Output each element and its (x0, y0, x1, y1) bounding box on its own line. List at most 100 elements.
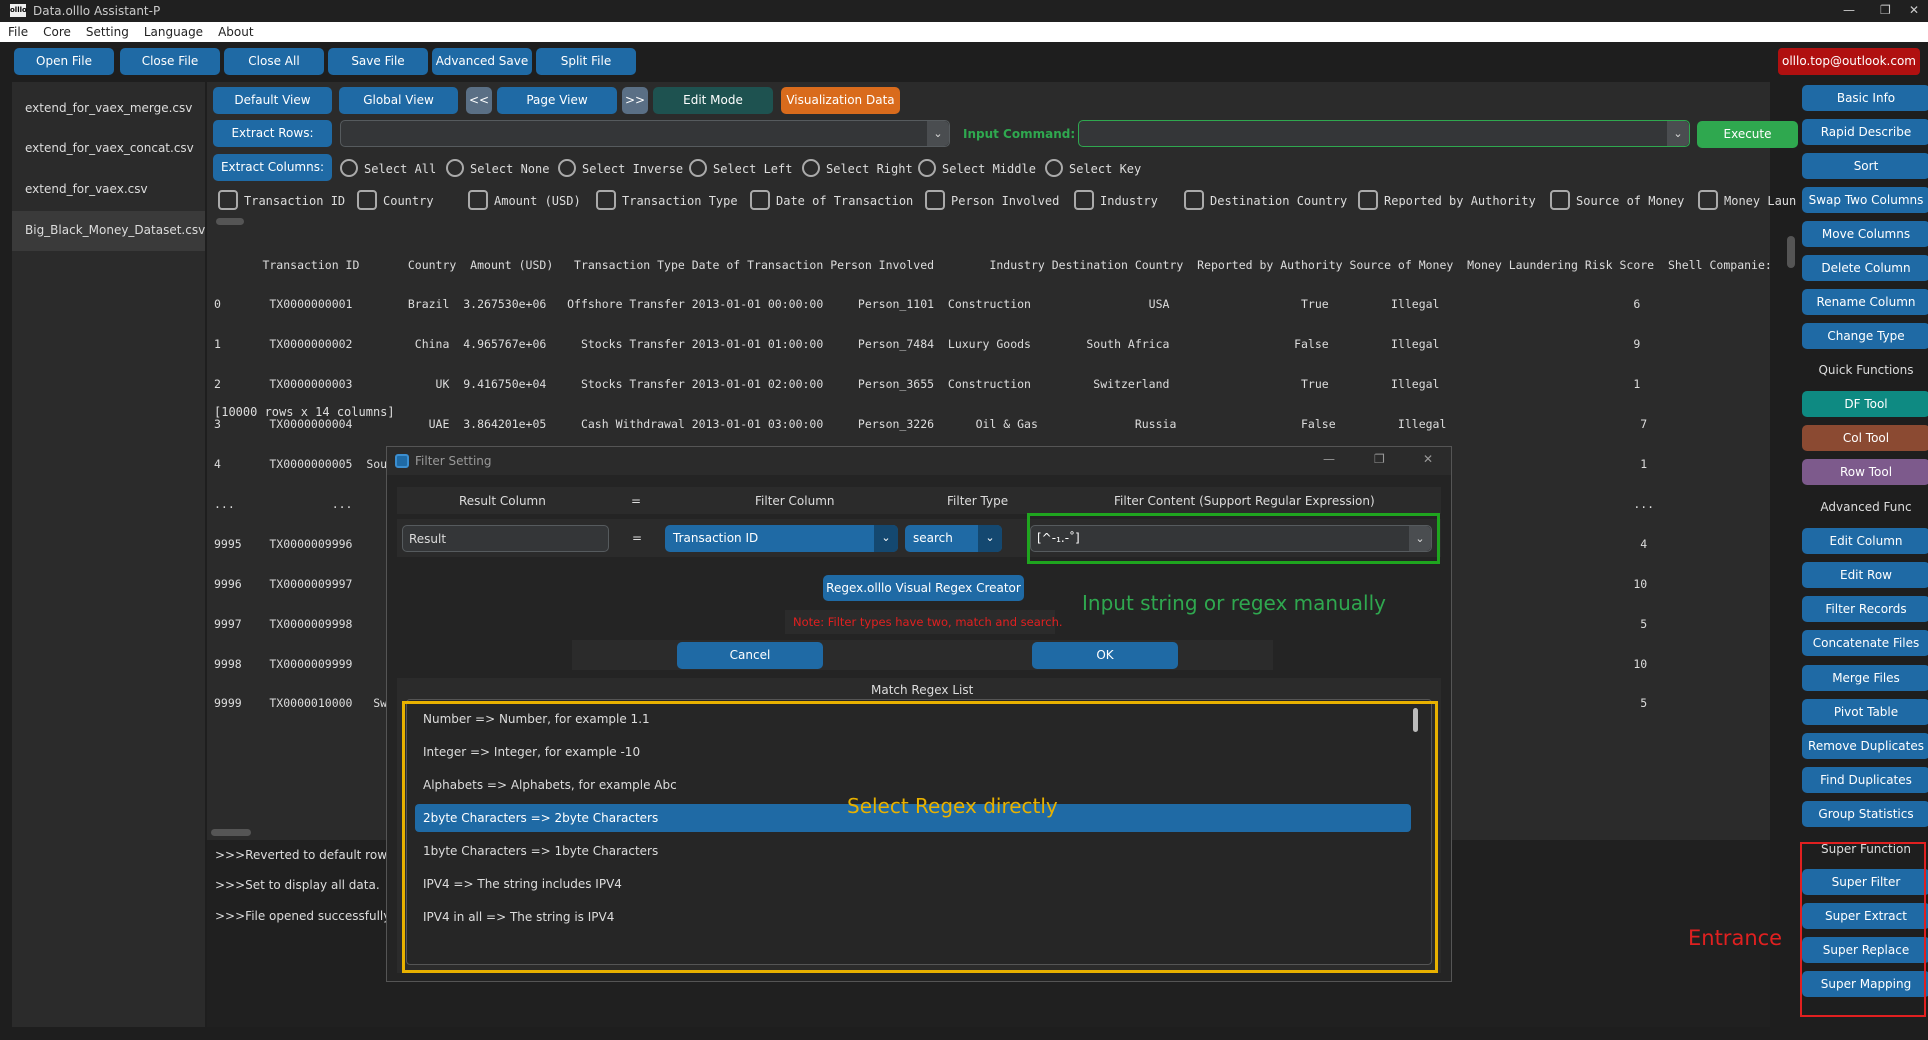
chevron-down-icon[interactable]: ⌄ (1667, 121, 1689, 146)
basic-info-button[interactable]: Basic Info (1802, 85, 1928, 111)
dialog-close-icon[interactable]: ✕ (1423, 452, 1433, 466)
execute-button[interactable]: Execute (1697, 121, 1798, 148)
change-type-button[interactable]: Change Type (1802, 323, 1928, 349)
column-checkbox[interactable]: Reported by Authority (1358, 190, 1536, 210)
default-view-button[interactable]: Default View (213, 87, 332, 114)
dialog-minimize-icon[interactable]: — (1323, 452, 1335, 466)
close-file-button[interactable]: Close File (120, 48, 220, 75)
column-checkbox[interactable]: Money Laun (1698, 190, 1798, 210)
visualization-data-button[interactable]: Visualization Data (781, 87, 900, 114)
chevron-down-icon[interactable]: ⌄ (927, 121, 949, 146)
column-checkbox[interactable]: Transaction ID (218, 190, 345, 210)
col-tool-button[interactable]: Col Tool (1802, 425, 1928, 451)
merge-files-button[interactable]: Merge Files (1802, 665, 1928, 691)
filter-records-button[interactable]: Filter Records (1802, 596, 1928, 622)
group-statistics-button[interactable]: Group Statistics (1802, 801, 1928, 827)
sort-button[interactable]: Sort (1802, 153, 1928, 179)
regex-creator-button[interactable]: Regex.olllo Visual Regex Creator (823, 575, 1024, 601)
column-checkbox[interactable]: Industry (1074, 190, 1158, 210)
menu-core[interactable]: Core (35, 22, 78, 39)
chevron-down-icon[interactable]: ⌄ (978, 525, 1002, 552)
filter-setting-dialog: Filter Setting — ❐ ✕ Result Column = Fil… (386, 446, 1452, 982)
table-header: Transaction ID Country Amount (USD) Tran… (214, 257, 1772, 272)
minimize-icon[interactable]: — (1843, 3, 1855, 17)
cancel-button[interactable]: Cancel (677, 642, 823, 669)
menu-language[interactable]: Language (136, 22, 210, 39)
select-middle-radio[interactable]: Select Middle (918, 159, 1036, 177)
file-item[interactable]: extend_for_vaex_merge.csv (25, 101, 192, 115)
edit-column-button[interactable]: Edit Column (1802, 528, 1928, 554)
select-left-radio[interactable]: Select Left (689, 159, 792, 177)
select-none-radio[interactable]: Select None (446, 159, 549, 177)
extract-rows-button[interactable]: Extract Rows: (213, 120, 332, 147)
chevron-down-icon[interactable]: ⌄ (874, 525, 898, 552)
advanced-func-label: Advanced Func (1820, 500, 1912, 514)
manual-input-highlight (1027, 513, 1440, 564)
input-command-combobox[interactable]: ⌄ (1078, 120, 1690, 147)
ok-button[interactable]: OK (1032, 642, 1178, 669)
select-inverse-radio[interactable]: Select Inverse (558, 159, 683, 177)
column-checkbox[interactable]: Amount (USD) (468, 190, 581, 210)
df-tool-button[interactable]: DF Tool (1802, 391, 1928, 417)
next-page-button[interactable]: >> (622, 87, 648, 114)
rename-column-button[interactable]: Rename Column (1802, 289, 1928, 315)
dialog-maximize-icon[interactable]: ❐ (1374, 452, 1385, 466)
columns-scrollbar[interactable] (216, 218, 244, 225)
quick-functions-label: Quick Functions (1818, 363, 1914, 377)
row-tool-button[interactable]: Row Tool (1802, 459, 1928, 485)
entrance-annotation: Entrance (1688, 926, 1783, 950)
global-view-button[interactable]: Global View (339, 87, 458, 114)
checkbox-label: Destination Country (1210, 194, 1348, 208)
column-checkbox[interactable]: Destination Country (1184, 190, 1347, 210)
find-duplicates-button[interactable]: Find Duplicates (1802, 767, 1928, 793)
close-all-button[interactable]: Close All (224, 48, 324, 75)
column-checkbox[interactable]: Transaction Type (596, 190, 738, 210)
split-file-button[interactable]: Split File (536, 48, 636, 75)
column-checkbox[interactable]: Date of Transaction (750, 190, 913, 210)
remove-duplicates-button[interactable]: Remove Duplicates (1802, 733, 1928, 759)
maximize-icon[interactable]: ❐ (1880, 3, 1891, 17)
select-all-radio[interactable]: Select All (340, 159, 436, 177)
edit-row-button[interactable]: Edit Row (1802, 562, 1928, 588)
delete-column-button[interactable]: Delete Column (1802, 255, 1928, 281)
table-horizontal-scrollbar[interactable] (211, 829, 251, 836)
menu-file[interactable]: File (0, 22, 35, 39)
open-file-button[interactable]: Open File (14, 48, 114, 75)
contact-email[interactable]: olllo.top@outlook.com (1778, 48, 1920, 75)
close-icon[interactable]: ✕ (1909, 3, 1919, 17)
column-checkbox[interactable]: Source of Money (1550, 190, 1684, 210)
page-view-button[interactable]: Page View (497, 87, 617, 114)
menu-about[interactable]: About (210, 22, 260, 39)
select-right-radio[interactable]: Select Right (802, 159, 913, 177)
prev-page-button[interactable]: << (466, 87, 492, 114)
result-column-input[interactable]: Result (402, 525, 609, 552)
checkbox-label: Date of Transaction (776, 194, 914, 208)
table-vertical-scrollbar[interactable] (1787, 236, 1795, 268)
pivot-table-button[interactable]: Pivot Table (1802, 699, 1928, 725)
regex-list-title: Match Regex List (871, 683, 974, 697)
column-checkbox[interactable]: Country (357, 190, 434, 210)
file-item[interactable]: extend_for_vaex_concat.csv (25, 141, 194, 155)
edit-mode-button[interactable]: Edit Mode (653, 87, 773, 114)
menu-setting[interactable]: Setting (78, 22, 136, 39)
column-checkbox[interactable]: Person Involved (925, 190, 1059, 210)
concatenate-files-button[interactable]: Concatenate Files (1802, 630, 1928, 656)
file-item-selected[interactable]: Big_Black_Money_Dataset.csv (12, 211, 205, 251)
result-column-header: Result Column (459, 494, 546, 508)
menu-bar: File Core Setting Language About (0, 22, 1928, 42)
swap-two-columns-button[interactable]: Swap Two Columns (1802, 187, 1928, 213)
equals-header: = (631, 494, 642, 508)
move-columns-button[interactable]: Move Columns (1802, 221, 1928, 247)
filter-type-select[interactable]: search ⌄ (905, 525, 1002, 552)
advanced-save-button[interactable]: Advanced Save (432, 48, 532, 75)
select-key-radio[interactable]: Select Key (1045, 159, 1141, 177)
dialog-title: Filter Setting (415, 454, 492, 468)
extract-columns-button[interactable]: Extract Columns: (213, 154, 332, 181)
filter-column-select[interactable]: Transaction ID ⌄ (665, 525, 898, 552)
file-item[interactable]: extend_for_vaex.csv (25, 182, 148, 196)
extract-rows-combobox[interactable]: ⌄ (340, 120, 950, 147)
rapid-describe-button[interactable]: Rapid Describe (1802, 119, 1928, 145)
table-row: 0 TX0000000001 Brazil 3.267530e+06 Offsh… (214, 297, 1641, 312)
save-file-button[interactable]: Save File (328, 48, 428, 75)
file-list-panel: extend_for_vaex_merge.csv extend_for_vae… (12, 82, 205, 1027)
